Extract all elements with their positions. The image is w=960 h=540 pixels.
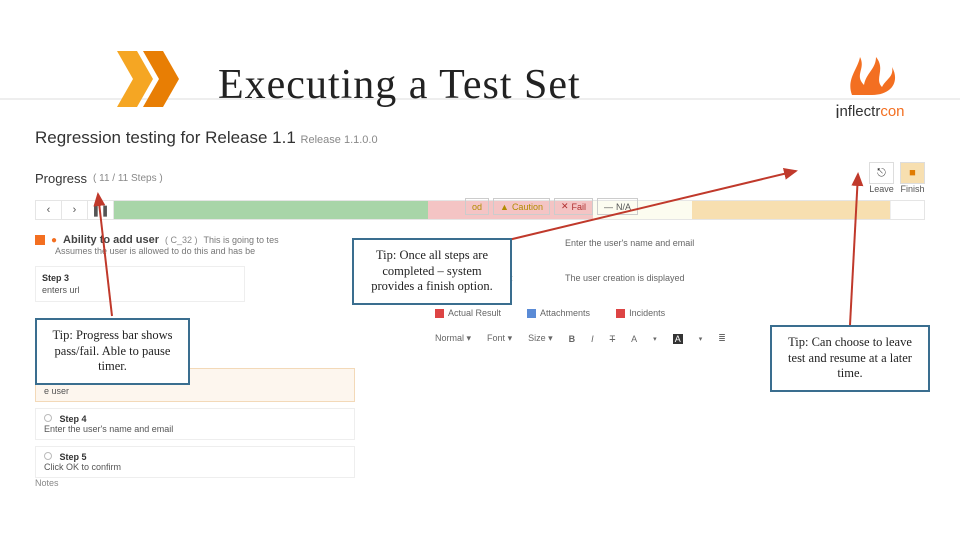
leave-label: Leave [869, 184, 894, 194]
segment-pass [114, 201, 428, 219]
segment-empty [890, 201, 924, 219]
tip-progress-bar: Tip: Progress bar shows pass/fail. Able … [35, 318, 190, 385]
result-tabs: Actual Result Attachments Incidents [435, 308, 665, 318]
brand-text-2: con [880, 103, 904, 120]
expected-value: The user creation is displayed [565, 273, 685, 283]
tb-font[interactable]: Font ▾ [487, 333, 512, 344]
tb-bgcolor[interactable]: A [673, 334, 683, 344]
step-item-5[interactable]: Step 5 Click OK to confirm [35, 446, 355, 478]
step-item-4[interactable]: Step 4 Enter the user's name and email [35, 408, 355, 440]
tip-finish-option: Tip: Once all steps are completed – syst… [352, 238, 512, 305]
tb-style[interactable]: Normal ▾ [435, 333, 471, 344]
step-status-icon [44, 452, 52, 460]
regression-title-row: Regression testing for Release 1.1 Relea… [35, 128, 925, 148]
case-flag-icon [35, 235, 45, 245]
disposition-fail[interactable]: ✕ Fail [554, 198, 593, 215]
step-line: enters url [42, 285, 238, 295]
disposition-blocked[interactable]: od [465, 198, 489, 215]
tab-attachments[interactable]: Attachments [527, 308, 590, 318]
finish-button[interactable]: ■ [900, 162, 925, 184]
pause-button[interactable]: ❚❚ [88, 201, 114, 219]
step-title: Step 3 [42, 273, 238, 283]
disposition-caution[interactable]: ▲ Caution [493, 198, 550, 215]
slide-title: Executing a Test Set [218, 61, 581, 109]
brand-text-1: nflectr [839, 103, 880, 120]
step-description: Enter the user's name and email [565, 238, 694, 248]
editor-toolbar: Normal ▾ Font ▾ Size ▾ B I T A▾ A▾ ≣ [435, 333, 726, 344]
disposition-na[interactable]: — N/A [597, 198, 638, 215]
leave-button[interactable]: ⎋ [869, 162, 894, 184]
notes-label: Notes [35, 478, 59, 488]
tip-leave-resume: Tip: Can choose to leave test and resume… [770, 325, 930, 392]
progress-label: Progress [35, 171, 87, 186]
slide-header: Executing a Test Set inflectrcon [0, 25, 960, 100]
progress-count: ( 11 / 11 Steps ) [93, 173, 163, 184]
tb-textcolor[interactable]: A [631, 334, 637, 344]
tb-bold[interactable]: B [569, 334, 576, 344]
leave-icon: ⎋ [877, 167, 886, 180]
current-step-box: Step 3 enters url [35, 266, 245, 302]
tab-actual-result[interactable]: Actual Result [435, 308, 501, 318]
tb-size[interactable]: Size ▾ [528, 333, 553, 344]
progress-row: Progress ( 11 / 11 Steps ) ⎋ Leave ■ Fin… [35, 162, 925, 194]
tab-incidents[interactable]: Incidents [616, 308, 665, 318]
regression-title: Regression testing for Release 1.1 [35, 128, 296, 147]
next-step-button[interactable]: › [62, 201, 88, 219]
finish-label: Finish [900, 184, 925, 194]
case-title: Ability to add user [63, 234, 159, 246]
tb-italic[interactable]: I [591, 334, 594, 344]
tb-list[interactable]: ≣ [718, 333, 726, 344]
release-label: Release 1.1.0.0 [301, 134, 378, 146]
prev-step-button[interactable]: ‹ [36, 201, 62, 219]
segment-caution [692, 201, 890, 219]
case-id: ( C_32 ) [165, 235, 198, 245]
tb-strike[interactable]: T [610, 334, 616, 344]
step-status-icon [44, 414, 52, 422]
case-desc: This is going to tes [204, 235, 279, 245]
step-list: Step 3 e user Step 4 Enter the user's na… [35, 368, 355, 484]
chevron-logo [115, 51, 181, 107]
finish-icon: ■ [909, 167, 916, 179]
disposition-row: od ▲ Caution ✕ Fail — N/A [465, 198, 638, 215]
brand-logo: inflectrcon [810, 51, 930, 123]
